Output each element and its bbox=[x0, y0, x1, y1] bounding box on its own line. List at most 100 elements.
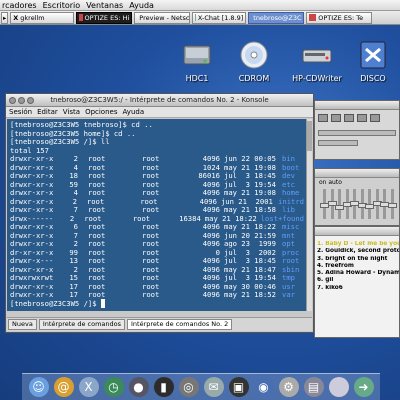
menu-item-ventanas[interactable]: Ventanas bbox=[86, 1, 123, 10]
menu-opciones[interactable]: Opciones bbox=[85, 107, 117, 117]
volume-slider[interactable] bbox=[318, 140, 358, 146]
menu-vista[interactable]: Vista bbox=[63, 107, 80, 117]
playlist-item[interactable]: 5. Adina Howard - Dynamite bbox=[317, 270, 399, 277]
tab-interprete-2[interactable]: Intérprete de comandos No. 2 bbox=[127, 319, 233, 330]
listing-date: may 21 18:52 bbox=[224, 290, 276, 299]
taskbar-button-konsole[interactable]: tnebroso@Z3C bbox=[248, 11, 305, 24]
menu-item-ayuda[interactable]: Ayuda bbox=[129, 1, 154, 10]
eq-band-slider[interactable] bbox=[387, 189, 397, 219]
x-icon[interactable]: X bbox=[78, 377, 99, 397]
taskbar: ▸ X gkrellm OPTIZE ES: Hi Preview - Nets… bbox=[0, 11, 400, 25]
eq-band-slider[interactable] bbox=[335, 189, 344, 219]
listing-links: 7 bbox=[73, 205, 78, 214]
network-icon[interactable]: ◎ bbox=[178, 377, 199, 397]
mail-2-icon[interactable]: ✉ bbox=[203, 377, 224, 397]
cdwriter-icon bbox=[301, 40, 333, 70]
cursor bbox=[100, 298, 106, 308]
eq-titlebar[interactable] bbox=[315, 169, 399, 178]
gear-icon[interactable]: ⚙ bbox=[278, 377, 299, 397]
netscape-icon bbox=[79, 14, 83, 21]
eq-band-slider[interactable] bbox=[327, 189, 337, 219]
eq-band-slider[interactable] bbox=[357, 189, 367, 219]
eq-band-slider[interactable] bbox=[320, 189, 329, 219]
listing-group: root bbox=[142, 290, 160, 299]
pause-button[interactable] bbox=[344, 114, 354, 122]
xmms-titlebar[interactable] bbox=[315, 101, 399, 110]
xchat-icon bbox=[195, 14, 196, 21]
konsole-window: tnebroso@Z3C3W5:/ - Intérprete de comand… bbox=[5, 93, 314, 333]
tab-interprete-1[interactable]: Intérprete de comandos bbox=[38, 319, 126, 330]
tab-nueva[interactable]: Nueva bbox=[8, 319, 37, 330]
playlist-item[interactable]: 3. bright on the night bbox=[317, 256, 399, 263]
clock-icon[interactable]: ◷ bbox=[103, 377, 124, 397]
desktop-icon-disco[interactable]: DISCO bbox=[342, 40, 400, 83]
minimize-icon[interactable] bbox=[18, 97, 25, 104]
playlist-item[interactable]: 6. gil bbox=[317, 277, 399, 284]
prev-button[interactable] bbox=[318, 114, 328, 122]
position-slider[interactable] bbox=[318, 130, 396, 136]
desktop-icon-hp-cdwriter[interactable]: HP-CDWriter bbox=[286, 40, 348, 83]
window-title: tnebroso@Z3C3W5:/ - Intérprete de comand… bbox=[50, 96, 269, 104]
eq-knob[interactable] bbox=[387, 203, 397, 208]
playlist-item[interactable]: 4. freefrom bbox=[317, 263, 399, 270]
listing-links: 2 bbox=[69, 213, 75, 223]
sphere-icon[interactable]: ◉ bbox=[253, 377, 274, 397]
konsole-menubar: Sesión Editar Vista Opciones Ayuda bbox=[6, 107, 313, 118]
mail-icon[interactable]: @ bbox=[53, 377, 74, 397]
x-icon: X bbox=[13, 13, 19, 22]
playlist-item[interactable]: 7. kiko6 bbox=[317, 285, 399, 292]
terminal-icon[interactable]: ▮ bbox=[153, 377, 174, 397]
playlist-item[interactable]: 2. Gouldick, second protocol bbox=[317, 248, 399, 255]
computer-icon[interactable]: ▤ bbox=[303, 377, 324, 397]
xmms-playlist-window: 1. Baby D - Let me be your fantasy2. Gou… bbox=[314, 226, 400, 338]
konsole-titlebar[interactable]: tnebroso@Z3C3W5:/ - Intérprete de comand… bbox=[6, 94, 313, 107]
netscape-icon bbox=[309, 14, 317, 21]
terminal-scrollbar[interactable] bbox=[306, 119, 312, 311]
listing-row: drwxr-xr-x 7 root root 4096 may 21 18:58 lib bbox=[10, 205, 304, 215]
menu-editar[interactable]: Editar bbox=[37, 107, 58, 117]
eq-band-slider[interactable] bbox=[372, 189, 382, 219]
konsole-tabbar: Nueva Intérprete de comandos Intérprete … bbox=[7, 317, 312, 331]
globe-icon[interactable]: ● bbox=[128, 377, 149, 397]
next-button[interactable] bbox=[370, 114, 380, 122]
scrollbar-thumb[interactable] bbox=[307, 121, 312, 151]
eq-band-slider[interactable] bbox=[350, 189, 359, 219]
taskbar-left-arrow[interactable]: ▸ bbox=[1, 11, 9, 24]
menu-sesion[interactable]: Sesión bbox=[9, 107, 32, 117]
window-buttons bbox=[9, 97, 34, 104]
eq-band-slider[interactable] bbox=[365, 189, 374, 219]
taskbar-button-xchat[interactable]: X-Chat [1.8.9] bbox=[192, 11, 247, 24]
eq-band-slider[interactable] bbox=[342, 189, 352, 219]
cube-icon[interactable]: ▣ bbox=[228, 377, 249, 397]
apple-icon[interactable] bbox=[328, 377, 349, 397]
taskbar-button-optize[interactable]: OPTIZE ES: Hi bbox=[76, 11, 133, 24]
menu-item-escritorio[interactable]: Escritorio bbox=[43, 1, 81, 10]
listing-size: 16384 bbox=[179, 213, 201, 223]
menu-ayuda[interactable]: Ayuda bbox=[122, 107, 144, 117]
taskbar-button-gkrellm[interactable]: X gkrellm bbox=[10, 11, 75, 24]
desktop-icon-cdrom[interactable]: CDROM bbox=[223, 40, 285, 83]
taskbar-button-preview[interactable]: Preview - Netsc bbox=[134, 11, 191, 24]
play-button[interactable] bbox=[331, 114, 341, 122]
eq-band-slider[interactable] bbox=[380, 189, 389, 219]
stop-button[interactable] bbox=[357, 114, 367, 122]
xmms-player bbox=[314, 100, 400, 160]
playlist-titlebar[interactable] bbox=[315, 227, 399, 236]
floppy-icon bbox=[357, 40, 389, 70]
maximize-icon[interactable] bbox=[27, 97, 34, 104]
listing-name: var bbox=[282, 290, 295, 299]
playlist-item[interactable]: 1. Baby D - Let me be your fantasy bbox=[317, 241, 399, 248]
close-icon[interactable] bbox=[9, 97, 16, 104]
xmms-equalizer: on auto bbox=[314, 168, 400, 226]
eq-toggles[interactable]: on auto bbox=[319, 179, 342, 186]
playlist: 1. Baby D - Let me be your fantasy2. Gou… bbox=[317, 241, 399, 292]
desktop-icon-hdc1[interactable]: HDC1 bbox=[166, 40, 228, 83]
arrow-icon[interactable]: ➜ bbox=[353, 377, 374, 397]
top-menubar: rcadores Escritorio Ventanas Ayuda bbox=[0, 0, 400, 11]
listing-size: 4096 bbox=[202, 239, 220, 248]
menu-item-marcadores[interactable]: rcadores bbox=[2, 1, 37, 10]
dock: ☺ @ X ◷ ● ▮ ◎ ✉ ▣ ◉ ⚙ ▤ ➜ bbox=[22, 373, 380, 400]
finder-icon[interactable]: ☺ bbox=[28, 377, 49, 397]
terminal-area[interactable]: [tnebroso@Z3C3W5 tnebroso]$ cd .. [tnebr… bbox=[7, 119, 307, 311]
taskbar-button-optize-2[interactable]: OPTIZE ES: Te bbox=[306, 11, 373, 24]
